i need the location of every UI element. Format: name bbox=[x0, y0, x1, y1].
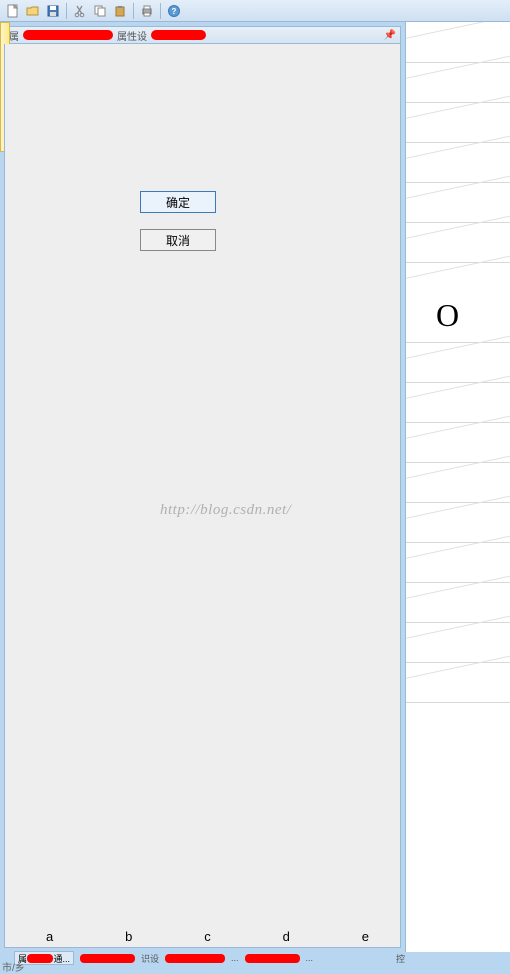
new-file-icon[interactable] bbox=[4, 2, 22, 20]
print-icon[interactable] bbox=[138, 2, 156, 20]
redacted-text bbox=[151, 30, 206, 40]
corner-text: 市/乡 bbox=[2, 959, 25, 974]
open-folder-icon[interactable] bbox=[24, 2, 42, 20]
main-toolbar: ? bbox=[0, 0, 510, 22]
panel-body: 确定 取消 http://blog.csdn.net/ bbox=[4, 44, 401, 948]
redacted-text bbox=[23, 30, 113, 40]
toolbar-separator bbox=[160, 3, 161, 19]
copy-icon[interactable] bbox=[91, 2, 109, 20]
redacted-tab bbox=[165, 954, 225, 963]
main-area: 属 属性设 📌 确定 取消 http://blog.csdn.net/ bbox=[0, 22, 510, 952]
grid-background bbox=[406, 22, 510, 952]
cut-icon[interactable] bbox=[71, 2, 89, 20]
label-a: a bbox=[46, 929, 53, 944]
bottom-labels: a b c d e bbox=[10, 929, 405, 944]
redacted-tab bbox=[80, 954, 135, 963]
label-c: c bbox=[204, 929, 211, 944]
paste-icon[interactable] bbox=[111, 2, 129, 20]
pin-icon[interactable]: 📌 bbox=[384, 30, 396, 41]
svg-text:?: ? bbox=[172, 7, 177, 16]
label-e: e bbox=[362, 929, 369, 944]
watermark-text: http://blog.csdn.net/ bbox=[160, 502, 291, 519]
toolbar-separator bbox=[133, 3, 134, 19]
save-icon[interactable] bbox=[44, 2, 62, 20]
origin-symbol: O bbox=[436, 297, 459, 334]
right-panel: O bbox=[405, 22, 510, 952]
toolbar-separator bbox=[66, 3, 67, 19]
cancel-button[interactable]: 取消 bbox=[140, 229, 216, 251]
redacted-tab bbox=[245, 954, 300, 963]
panel-header: 属 属性设 📌 bbox=[4, 26, 401, 44]
bottom-tabs: 属通... 识设 ... ... 控 bbox=[14, 950, 405, 966]
label-d: d bbox=[283, 929, 290, 944]
help-icon[interactable]: ? bbox=[165, 2, 183, 20]
left-panel: 属 属性设 📌 确定 取消 http://blog.csdn.net/ bbox=[0, 22, 405, 952]
ok-button[interactable]: 确定 bbox=[140, 191, 216, 213]
label-b: b bbox=[125, 929, 132, 944]
